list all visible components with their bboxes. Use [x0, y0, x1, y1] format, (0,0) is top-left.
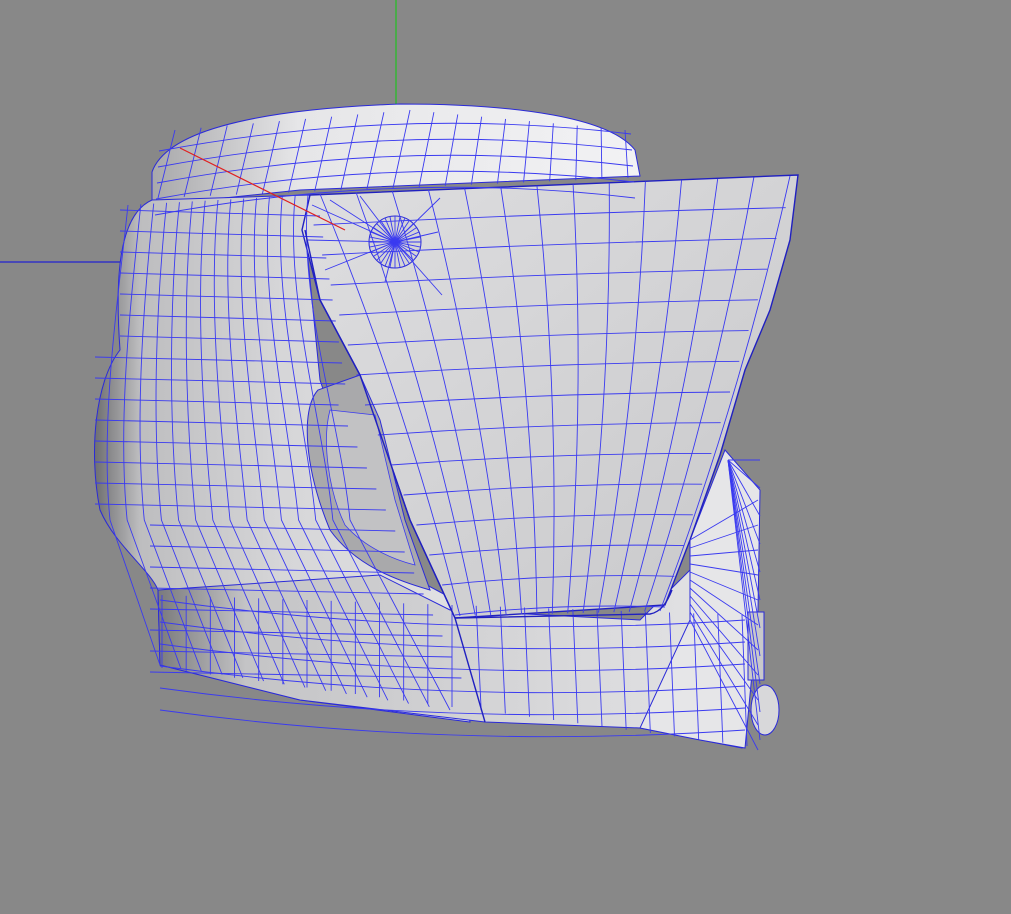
ear-ridge[interactable]	[747, 611, 765, 681]
helmet-mesh[interactable]	[94, 103, 799, 749]
ear-knob[interactable]	[750, 684, 780, 736]
3d-viewport[interactable]	[0, 0, 1011, 914]
viewport-canvas[interactable]	[0, 0, 1011, 914]
